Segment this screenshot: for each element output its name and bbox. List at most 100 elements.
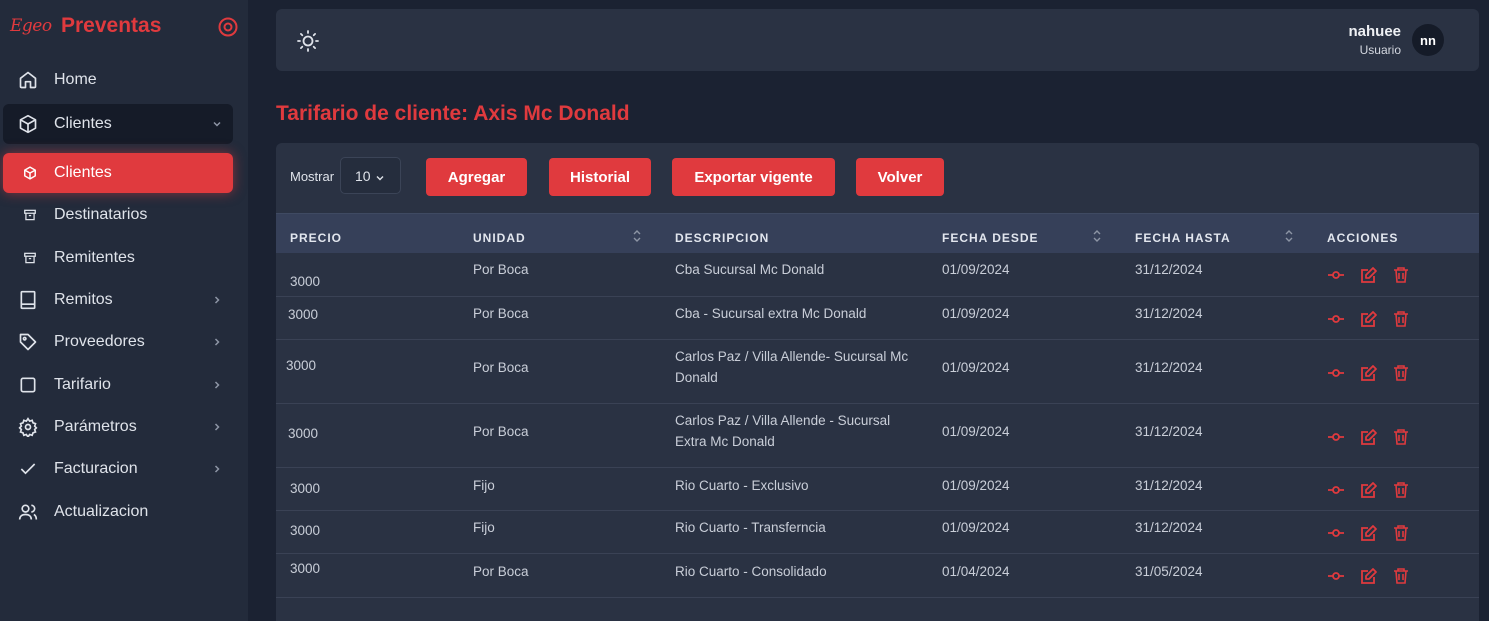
commit-icon[interactable] <box>1327 567 1345 585</box>
cell-precio: 3000 <box>290 274 321 289</box>
column-header-unidad[interactable]: UNIDAD <box>473 231 526 245</box>
edit-icon[interactable] <box>1360 364 1378 382</box>
cell-fecha-hasta: 31/05/2024 <box>1135 564 1203 579</box>
add-button[interactable]: Agregar <box>426 158 527 196</box>
chevron-right-icon <box>214 381 220 389</box>
sidebar-item-remitentes[interactable]: Remitentes <box>3 238 233 278</box>
gear-icon <box>18 417 38 437</box>
table-row: 3000 Fijo Rio Cuarto - Transferncia 01/09/2… <box>276 511 1479 554</box>
sidebar-item-facturacion[interactable]: Facturacion <box>3 449 233 489</box>
trash-icon[interactable] <box>1392 310 1410 328</box>
trash-icon[interactable] <box>1392 567 1410 585</box>
sidebar-item-remitos[interactable]: Remitos <box>3 280 233 320</box>
sidebar-toggle-icon[interactable] <box>218 17 238 37</box>
sidebar-item-label: Actualizacion <box>54 503 149 520</box>
cell-fecha-desde: 01/09/2024 <box>942 424 1010 439</box>
commit-icon[interactable] <box>1327 428 1345 446</box>
edit-icon[interactable] <box>1360 266 1378 284</box>
sidebar: Egeo Preventas Home Clientes Clientes De… <box>0 0 248 621</box>
sidebar-item-label: Clientes <box>54 164 112 181</box>
history-button[interactable]: Historial <box>549 158 651 196</box>
table-header: PRECIO UNIDAD DESCRIPCION FECHA DESDE FE… <box>276 213 1479 253</box>
cell-fecha-hasta: 31/12/2024 <box>1135 306 1203 321</box>
back-button[interactable]: Volver <box>856 158 944 196</box>
export-current-button[interactable]: Exportar vigente <box>672 158 835 196</box>
cell-descripcion: Rio Cuarto - Transferncia <box>675 520 826 535</box>
edit-icon[interactable] <box>1360 481 1378 499</box>
sort-icon[interactable] <box>1284 228 1294 244</box>
sidebar-item-label: Proveedores <box>54 333 145 350</box>
sidebar-item-label: Remitentes <box>54 249 135 266</box>
cell-precio: 3000 <box>288 307 319 322</box>
column-header-fecha-hasta[interactable]: FECHA HASTA <box>1135 231 1231 245</box>
sidebar-item-proveedores[interactable]: Proveedores <box>3 322 233 362</box>
commit-icon[interactable] <box>1327 266 1345 284</box>
cell-precio: 3000 <box>290 561 321 576</box>
show-entries-value: 10 <box>355 168 371 184</box>
chevron-right-icon <box>214 465 220 473</box>
users-icon <box>18 504 38 520</box>
sidebar-item-home[interactable]: Home <box>3 60 233 100</box>
check-icon <box>20 463 36 475</box>
column-header-descripcion[interactable]: DESCRIPCION <box>675 231 769 245</box>
column-header-fecha-desde[interactable]: FECHA DESDE <box>942 231 1039 245</box>
commit-icon[interactable] <box>1327 524 1345 542</box>
sidebar-item-label: Parámetros <box>54 418 137 435</box>
sidebar-item-label: Remitos <box>54 291 113 308</box>
sidebar-item-label: Facturacion <box>54 460 138 477</box>
show-entries-label: Mostrar <box>290 169 335 184</box>
edit-icon[interactable] <box>1360 428 1378 446</box>
archive-icon <box>24 252 36 264</box>
cell-fecha-hasta: 31/12/2024 <box>1135 262 1203 277</box>
trash-icon[interactable] <box>1392 428 1410 446</box>
table-row: 3000 Por Boca Rio Cuarto - Consolidado 01/0… <box>276 554 1479 598</box>
show-entries-select[interactable]: 10 <box>340 157 401 194</box>
cell-fecha-hasta: 31/12/2024 <box>1135 360 1203 375</box>
cell-fecha-desde: 01/09/2024 <box>942 520 1010 535</box>
cube-icon <box>19 114 37 134</box>
sidebar-item-destinatarios[interactable]: Destinatarios <box>3 195 233 235</box>
column-header-precio[interactable]: PRECIO <box>290 231 342 245</box>
cell-unidad: Por Boca <box>473 424 529 439</box>
avatar[interactable]: nn <box>1412 24 1444 56</box>
sort-icon[interactable] <box>1092 228 1102 244</box>
table-row: 3000 Por Boca Carlos Paz / Villa Allende- … <box>276 340 1479 404</box>
archive-icon <box>24 209 36 221</box>
home-icon <box>19 71 37 89</box>
page-title: Tarifario de cliente: Axis Mc Donald <box>276 102 630 125</box>
commit-icon[interactable] <box>1327 310 1345 328</box>
cell-fecha-hasta: 31/12/2024 <box>1135 478 1203 493</box>
cell-precio: 3000 <box>288 426 319 441</box>
table-row: 3000 Fijo Rio Cuarto - Exclusivo 01/09/2024… <box>276 468 1479 511</box>
cell-unidad: Por Boca <box>473 360 529 375</box>
edit-icon[interactable] <box>1360 310 1378 328</box>
chevron-down-icon <box>376 176 384 181</box>
trash-icon[interactable] <box>1392 524 1410 542</box>
trash-icon[interactable] <box>1392 364 1410 382</box>
sidebar-item-label: Clientes <box>54 115 112 132</box>
user-role: Usuario <box>1359 43 1401 57</box>
table-row: 3000 Por Boca Carlos Paz / Villa Allende -… <box>276 404 1479 468</box>
commit-icon[interactable] <box>1327 364 1345 382</box>
sidebar-item-label: Destinatarios <box>54 206 148 223</box>
trash-icon[interactable] <box>1392 481 1410 499</box>
cell-precio: 3000 <box>290 523 321 538</box>
trash-icon[interactable] <box>1392 266 1410 284</box>
column-header-acciones: ACCIONES <box>1327 231 1399 245</box>
cell-descripcion: Rio Cuarto - Consolidado <box>675 564 827 579</box>
edit-icon[interactable] <box>1360 567 1378 585</box>
cube-icon <box>24 166 36 180</box>
cell-unidad: Fijo <box>473 520 495 535</box>
sun-icon[interactable] <box>296 29 320 53</box>
sidebar-item-tarifario[interactable]: Tarifario <box>3 365 233 405</box>
app-name: Preventas <box>61 14 162 37</box>
cell-precio: 3000 <box>286 358 317 373</box>
sidebar-item-actualizacion[interactable]: Actualizacion <box>3 492 233 532</box>
sidebar-item-clientes[interactable]: Clientes <box>3 153 233 193</box>
cell-unidad: Por Boca <box>473 262 529 277</box>
edit-icon[interactable] <box>1360 524 1378 542</box>
sidebar-item-clientes-group[interactable]: Clientes <box>3 104 233 144</box>
sidebar-item-parametros[interactable]: Parámetros <box>3 407 233 447</box>
commit-icon[interactable] <box>1327 481 1345 499</box>
sort-icon[interactable] <box>632 228 642 244</box>
